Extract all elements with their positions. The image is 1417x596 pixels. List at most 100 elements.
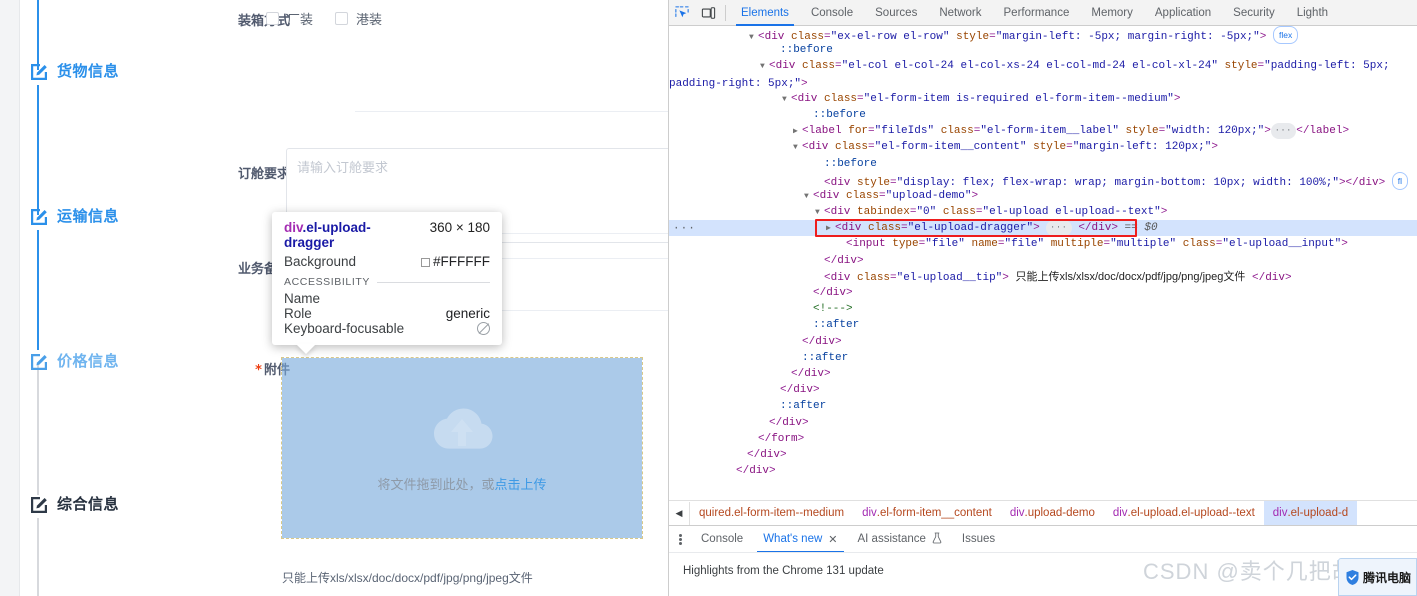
required-asterisk: *	[255, 363, 262, 378]
devtools-tab-memory[interactable]: Memory	[1080, 0, 1144, 26]
dom-node-row[interactable]: ▼ <div tabindex="0" class="el-upload el-u…	[669, 204, 1417, 220]
breadcrumb-scroll-left-icon[interactable]: ◀	[669, 501, 690, 525]
edit-square-icon	[28, 206, 48, 226]
dom-node-row[interactable]: </div>	[669, 463, 1417, 479]
device-toolbar-icon[interactable]	[695, 0, 721, 26]
dom-node-row[interactable]: <div class="el-upload__tip"> 只能上传xls/xls…	[669, 269, 1417, 285]
sidebar-step-price[interactable]: 价格信息	[28, 350, 119, 371]
tooltip-section-title: ACCESSIBILITY	[284, 276, 370, 288]
devtools-tab-lighth[interactable]: Lighth	[1286, 0, 1339, 26]
close-icon[interactable]: ✕	[828, 533, 837, 546]
checkbox-factory-packing[interactable]: 厂装	[266, 9, 313, 28]
packing-method-checkbox-group[interactable]: 厂装 港装	[266, 9, 382, 28]
dom-node-row[interactable]: </div>	[669, 415, 1417, 431]
edit-square-icon	[28, 351, 48, 371]
drawer-tab-label: AI assistance	[857, 533, 926, 545]
tooltip-role-value: generic	[445, 306, 490, 321]
dom-node-row[interactable]: </div>	[669, 285, 1417, 301]
breadcrumb-item[interactable]: div .el-form-item__content	[853, 501, 1001, 525]
tencent-badge-label: 腾讯电脑	[1363, 570, 1412, 585]
dom-node-row[interactable]: ▼ <div class="ex-el-row el-row" style="ma…	[669, 26, 1417, 45]
checkbox-label: 港装	[356, 12, 383, 27]
tooltip-selector-row: div.el-upload-dragger 360 × 180	[284, 220, 490, 250]
tooltip-background-label: Background	[284, 254, 357, 269]
drawer-tab-label: What's new	[763, 533, 823, 545]
checkbox-box[interactable]	[266, 12, 279, 25]
breadcrumb-item[interactable]: div .upload-demo	[1001, 501, 1104, 525]
more-tools-icon[interactable]	[669, 533, 691, 546]
dom-node-row[interactable]: ::after	[669, 317, 1417, 333]
dom-node-row[interactable]: ::before	[669, 156, 1417, 172]
checkbox-port-packing[interactable]: 港装	[335, 9, 382, 28]
triangle-down-icon[interactable]: ▼	[793, 140, 802, 156]
devtools-tab-network[interactable]: Network	[928, 0, 992, 26]
dom-node-row[interactable]: </div>	[669, 447, 1417, 463]
checkbox-label: 厂装	[287, 12, 314, 27]
sidebar-step-cargo[interactable]: 货物信息	[28, 60, 119, 81]
devtools-tab-application[interactable]: Application	[1144, 0, 1222, 26]
dragger-text-main: 将文件拖到此处，或	[377, 477, 495, 492]
checkbox-box[interactable]	[335, 12, 349, 25]
dom-node-row[interactable]: ▼ <div class="el-form-item__content" styl…	[669, 139, 1417, 155]
dom-node-row[interactable]: </div>	[669, 382, 1417, 398]
dom-node-selected[interactable]: ··· ▶ <div class="el-upload-dragger"> ··· …	[669, 219, 1417, 238]
step-rail-4	[37, 518, 39, 596]
dom-node-row[interactable]: ▶ <label for="fileIds" class="el-form-ite…	[669, 123, 1417, 140]
drawer-tab-ai-assistance[interactable]: AI assistance	[848, 526, 952, 553]
tooltip-background-value: #FFFFFF	[421, 254, 490, 269]
breadcrumb-item[interactable]: div .el-upload.el-upload--text	[1104, 501, 1264, 525]
cloud-upload-icon	[429, 403, 495, 460]
devtools-tab-console[interactable]: Console	[800, 0, 864, 26]
tooltip-focusable-value	[477, 321, 490, 336]
dom-node-row[interactable]: ▼ <div class="el-form-item is-required el…	[669, 91, 1417, 107]
drawer-tab-what-s-new[interactable]: What's new ✕	[753, 526, 847, 553]
inspect-element-icon[interactable]	[669, 0, 695, 26]
dom-node-row[interactable]: </div>	[669, 253, 1417, 269]
breadcrumb-item[interactable]: div .el-upload-d	[1263, 501, 1358, 525]
drawer-tabbar: Console What's new ✕ AI assistance Issues	[669, 525, 1417, 553]
section-divider	[355, 111, 668, 112]
sidebar-step-transport[interactable]: 运输信息	[28, 205, 119, 226]
file-upload-dragger[interactable]: 将文件拖到此处，或点击上传	[281, 357, 643, 539]
dom-node-row[interactable]: ▼ <div class="upload-demo">	[669, 188, 1417, 204]
toolbar-divider	[725, 4, 726, 21]
tooltip-background-row: Background #FFFFFF	[284, 254, 490, 269]
triangle-down-icon[interactable]: ▼	[782, 92, 791, 108]
dom-node-row[interactable]: ▼ <div class="el-col el-col-24 el-col-xs-…	[669, 58, 1417, 90]
drawer-tab-label: Issues	[961, 533, 996, 545]
sidebar-step-label: 货物信息	[57, 63, 120, 80]
drawer-tab-issues[interactable]: Issues	[952, 526, 1005, 553]
drawer-tab-console[interactable]: Console	[691, 526, 753, 553]
elements-dom-tree[interactable]: ▼ <div class="ex-el-row el-row" style="ma…	[669, 26, 1417, 500]
triangle-right-icon[interactable]: ▶	[793, 124, 802, 140]
sidebar-step-summary[interactable]: 综合信息	[28, 493, 119, 514]
triangle-down-icon[interactable]: ▼	[760, 59, 769, 75]
tooltip-arrow	[296, 344, 316, 354]
dragger-upload-link[interactable]: 点击上传	[495, 477, 547, 492]
sidebar-step-label: 综合信息	[57, 496, 120, 513]
devtools-tab-sources[interactable]: Sources	[864, 0, 928, 26]
dom-node-row[interactable]: <input type="file" name="file" multiple=…	[669, 236, 1417, 252]
tooltip-name-label: Name	[284, 291, 321, 306]
devtools-tab-elements[interactable]: Elements	[730, 0, 800, 26]
dom-node-row[interactable]: </div>	[669, 366, 1417, 382]
drawer-tab-label: Console	[701, 533, 744, 545]
edit-square-icon	[28, 494, 48, 514]
inspect-element-tooltip: div.el-upload-dragger 360 × 180 Backgrou…	[272, 212, 502, 354]
dom-node-row[interactable]: ::before	[669, 107, 1417, 123]
dom-node-row[interactable]: </form>	[669, 431, 1417, 447]
breadcrumb-item[interactable]: quired.el-form-item--medium	[690, 501, 853, 525]
dom-node-row[interactable]: ::after	[669, 350, 1417, 366]
dom-node-row[interactable]: ::before	[669, 42, 1417, 58]
tooltip-tag-name: div	[284, 220, 303, 235]
devtools-tab-performance[interactable]: Performance	[993, 0, 1081, 26]
triangle-down-icon[interactable]: ▼	[804, 189, 813, 205]
booking-requirement-placeholder: 请输入订舱要求	[297, 160, 389, 175]
dom-node-row[interactable]: </div>	[669, 334, 1417, 350]
dom-node-row[interactable]: <div style="display: flex; flex-wrap: wr…	[669, 171, 1417, 190]
sidebar-step-label: 运输信息	[57, 208, 120, 225]
tencent-pc-manager-badge[interactable]: 腾讯电脑	[1338, 558, 1417, 596]
dom-node-row[interactable]: ::after	[669, 398, 1417, 414]
devtools-tab-security[interactable]: Security	[1222, 0, 1286, 26]
dom-node-row[interactable]: <!--->	[669, 301, 1417, 317]
